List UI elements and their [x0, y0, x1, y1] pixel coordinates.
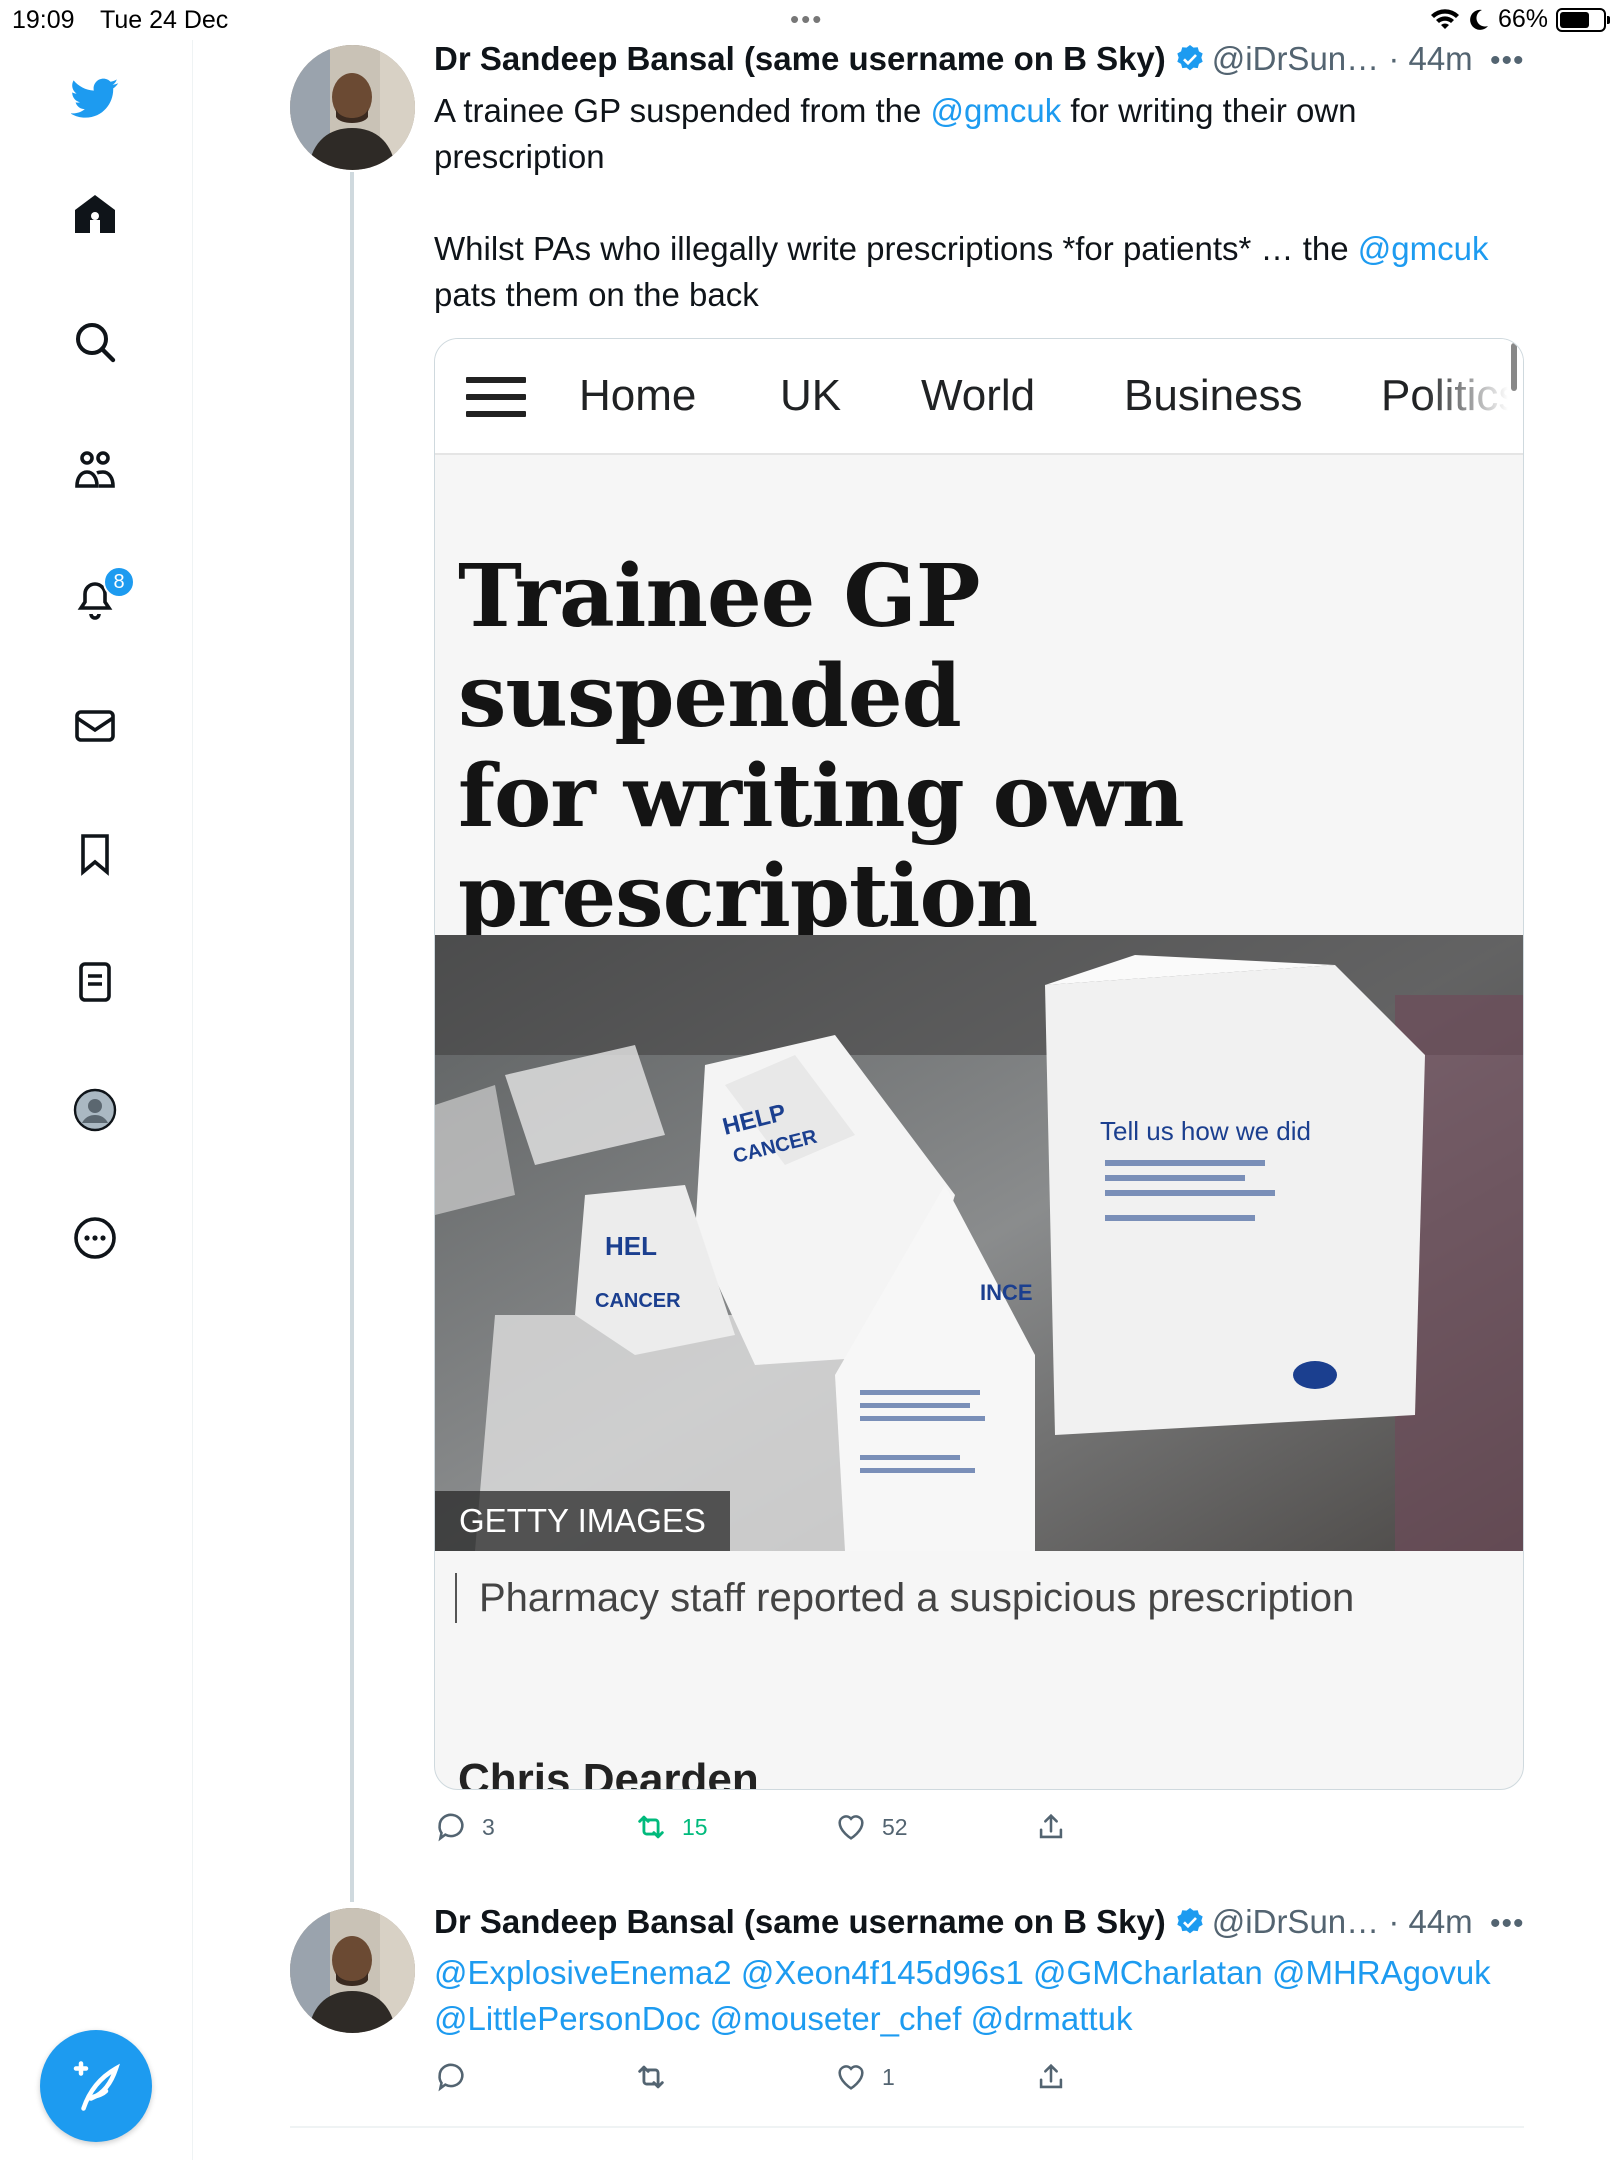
battery-percent: 66% — [1497, 5, 1548, 33]
status-right: 66% — [1430, 5, 1610, 34]
share-button[interactable] — [1034, 1810, 1068, 1844]
retweet-icon — [638, 1815, 664, 1839]
handle-time[interactable]: @iDrSun… · 44m — [1212, 40, 1473, 78]
avatar[interactable] — [290, 1908, 415, 2033]
article-photo: Tell us how we did HELP CANCER HEL CANCE… — [435, 935, 1523, 1551]
share-button[interactable] — [1034, 2060, 1068, 2094]
tweet-actions: 3 15 52 — [434, 1810, 1068, 1844]
tweet-separator — [290, 2126, 1524, 2128]
photo-caption: Pharmacy staff reported a suspicious pre… — [455, 1573, 1354, 1623]
reply-button[interactable]: 3 — [434, 1810, 634, 1844]
lists-icon[interactable] — [65, 952, 125, 1012]
like-count: 1 — [882, 2063, 895, 2090]
twitter-logo-icon[interactable] — [65, 68, 125, 128]
share-icon — [1039, 2063, 1063, 2089]
svg-text:HEL: HEL — [605, 1231, 657, 1261]
status-bar: 19:09 Tue 24 Dec ••• 66% — [0, 0, 1620, 40]
headline-line: Trainee GP suspended — [458, 546, 980, 747]
notifications-badge: 8 — [103, 566, 135, 598]
retweet-count: 15 — [682, 1813, 708, 1840]
like-button[interactable]: 52 — [834, 1810, 1034, 1844]
tweet-text: @ExplosiveEnema2 @Xeon4f145d96s1 @GMChar… — [434, 1950, 1524, 2042]
photo-credit: GETTY IMAGES — [435, 1491, 730, 1551]
status-date: Tue 24 Dec — [100, 6, 229, 34]
embedded-screenshot-card[interactable]: Home UK World Business Politics Trainee … — [434, 338, 1524, 1790]
bag-small-text: INCE — [980, 1280, 1033, 1305]
tweet-text: A trainee GP suspended from the @gmcuk f… — [434, 88, 1524, 318]
mention-links[interactable]: @LittlePersonDoc @mouseter_chef @drmattu… — [434, 1996, 1524, 2042]
avatar[interactable] — [290, 45, 415, 170]
tweet-text-segment: pats them on the back — [434, 276, 759, 313]
compose-tweet-button[interactable] — [40, 2030, 152, 2142]
article-headline: Trainee GP suspended for writing own pre… — [458, 547, 1498, 947]
search-icon[interactable] — [65, 312, 125, 372]
retweet-button[interactable] — [634, 2060, 834, 2094]
tweet-header: Dr Sandeep Bansal (same username on B Sk… — [434, 40, 1473, 78]
like-button[interactable]: 1 — [834, 2060, 1034, 2094]
tweet-text-segment: prescription — [434, 138, 605, 175]
headline-line: for writing own — [458, 746, 1185, 847]
mention-link[interactable]: @gmcuk — [931, 92, 1062, 129]
svg-text:CANCER: CANCER — [595, 1290, 681, 1312]
tweet-more-icon[interactable]: ••• — [1490, 1907, 1525, 1941]
more-icon[interactable] — [65, 1208, 125, 1268]
headline-line: prescription — [458, 846, 1038, 947]
bag-main-text: Tell us how we did — [1100, 1116, 1311, 1146]
tweet-more-icon[interactable]: ••• — [1490, 44, 1525, 78]
mention-links[interactable]: @ExplosiveEnema2 @Xeon4f145d96s1 @GMChar… — [434, 1950, 1524, 1996]
nav-business: Business — [1124, 371, 1303, 420]
retweet-button[interactable]: 15 — [634, 1810, 834, 1844]
verified-badge-icon — [1177, 45, 1203, 71]
communities-icon[interactable] — [65, 440, 125, 500]
verified-badge-icon — [1177, 1908, 1203, 1934]
author-name[interactable]: Dr Sandeep Bansal (same username on B Sk… — [434, 40, 1166, 78]
bbc-nav-bar: Home UK World Business Politics — [435, 339, 1523, 455]
nav-home: Home — [579, 371, 697, 420]
nav-scrollbar — [1511, 343, 1517, 391]
home-icon[interactable] — [65, 184, 125, 244]
thread-connector — [350, 172, 354, 1902]
retweet-icon — [638, 2065, 664, 2089]
mention-link[interactable]: @gmcuk — [1358, 230, 1489, 267]
nav-fade — [1423, 339, 1523, 449]
sidebar: 8 — [0, 40, 193, 2160]
tweet-text-segment: A trainee GP suspended from the — [434, 92, 931, 129]
bookmark-icon[interactable] — [65, 824, 125, 884]
status-time: 19:09 — [12, 6, 75, 34]
handle-time[interactable]: @iDrSun… · 44m — [1212, 1903, 1473, 1941]
nav-uk: UK — [780, 371, 842, 420]
wifi-icon — [1430, 8, 1459, 29]
tweet-text-segment: for writing their own — [1061, 92, 1357, 129]
reply-icon — [438, 2063, 464, 2092]
nav-world: World — [921, 371, 1036, 420]
battery-icon — [1556, 7, 1610, 32]
reply-count: 3 — [482, 1813, 495, 1840]
heart-icon — [838, 1815, 864, 1840]
reply-icon — [438, 1813, 464, 1842]
reply-button[interactable] — [434, 2060, 634, 2094]
bell-icon[interactable]: 8 — [65, 566, 135, 628]
article-author: Chris Dearden — [458, 1755, 759, 1790]
multitasking-dots-icon[interactable]: ••• — [790, 4, 823, 35]
tweet-header: Dr Sandeep Bansal (same username on B Sk… — [434, 1903, 1473, 1941]
like-count: 52 — [882, 1813, 908, 1840]
hamburger-menu-icon — [466, 377, 526, 417]
author-name[interactable]: Dr Sandeep Bansal (same username on B Sk… — [434, 1903, 1166, 1941]
tweet-actions: 1 — [434, 2060, 1068, 2094]
heart-icon — [838, 2065, 864, 2090]
tweet-text-segment: Whilst PAs who illegally write prescript… — [434, 230, 1358, 267]
moon-icon — [1470, 9, 1488, 30]
profile-icon[interactable] — [65, 1080, 125, 1140]
share-icon — [1039, 1813, 1063, 1839]
compose-feather-icon — [73, 2061, 120, 2111]
mail-icon[interactable] — [65, 696, 125, 756]
